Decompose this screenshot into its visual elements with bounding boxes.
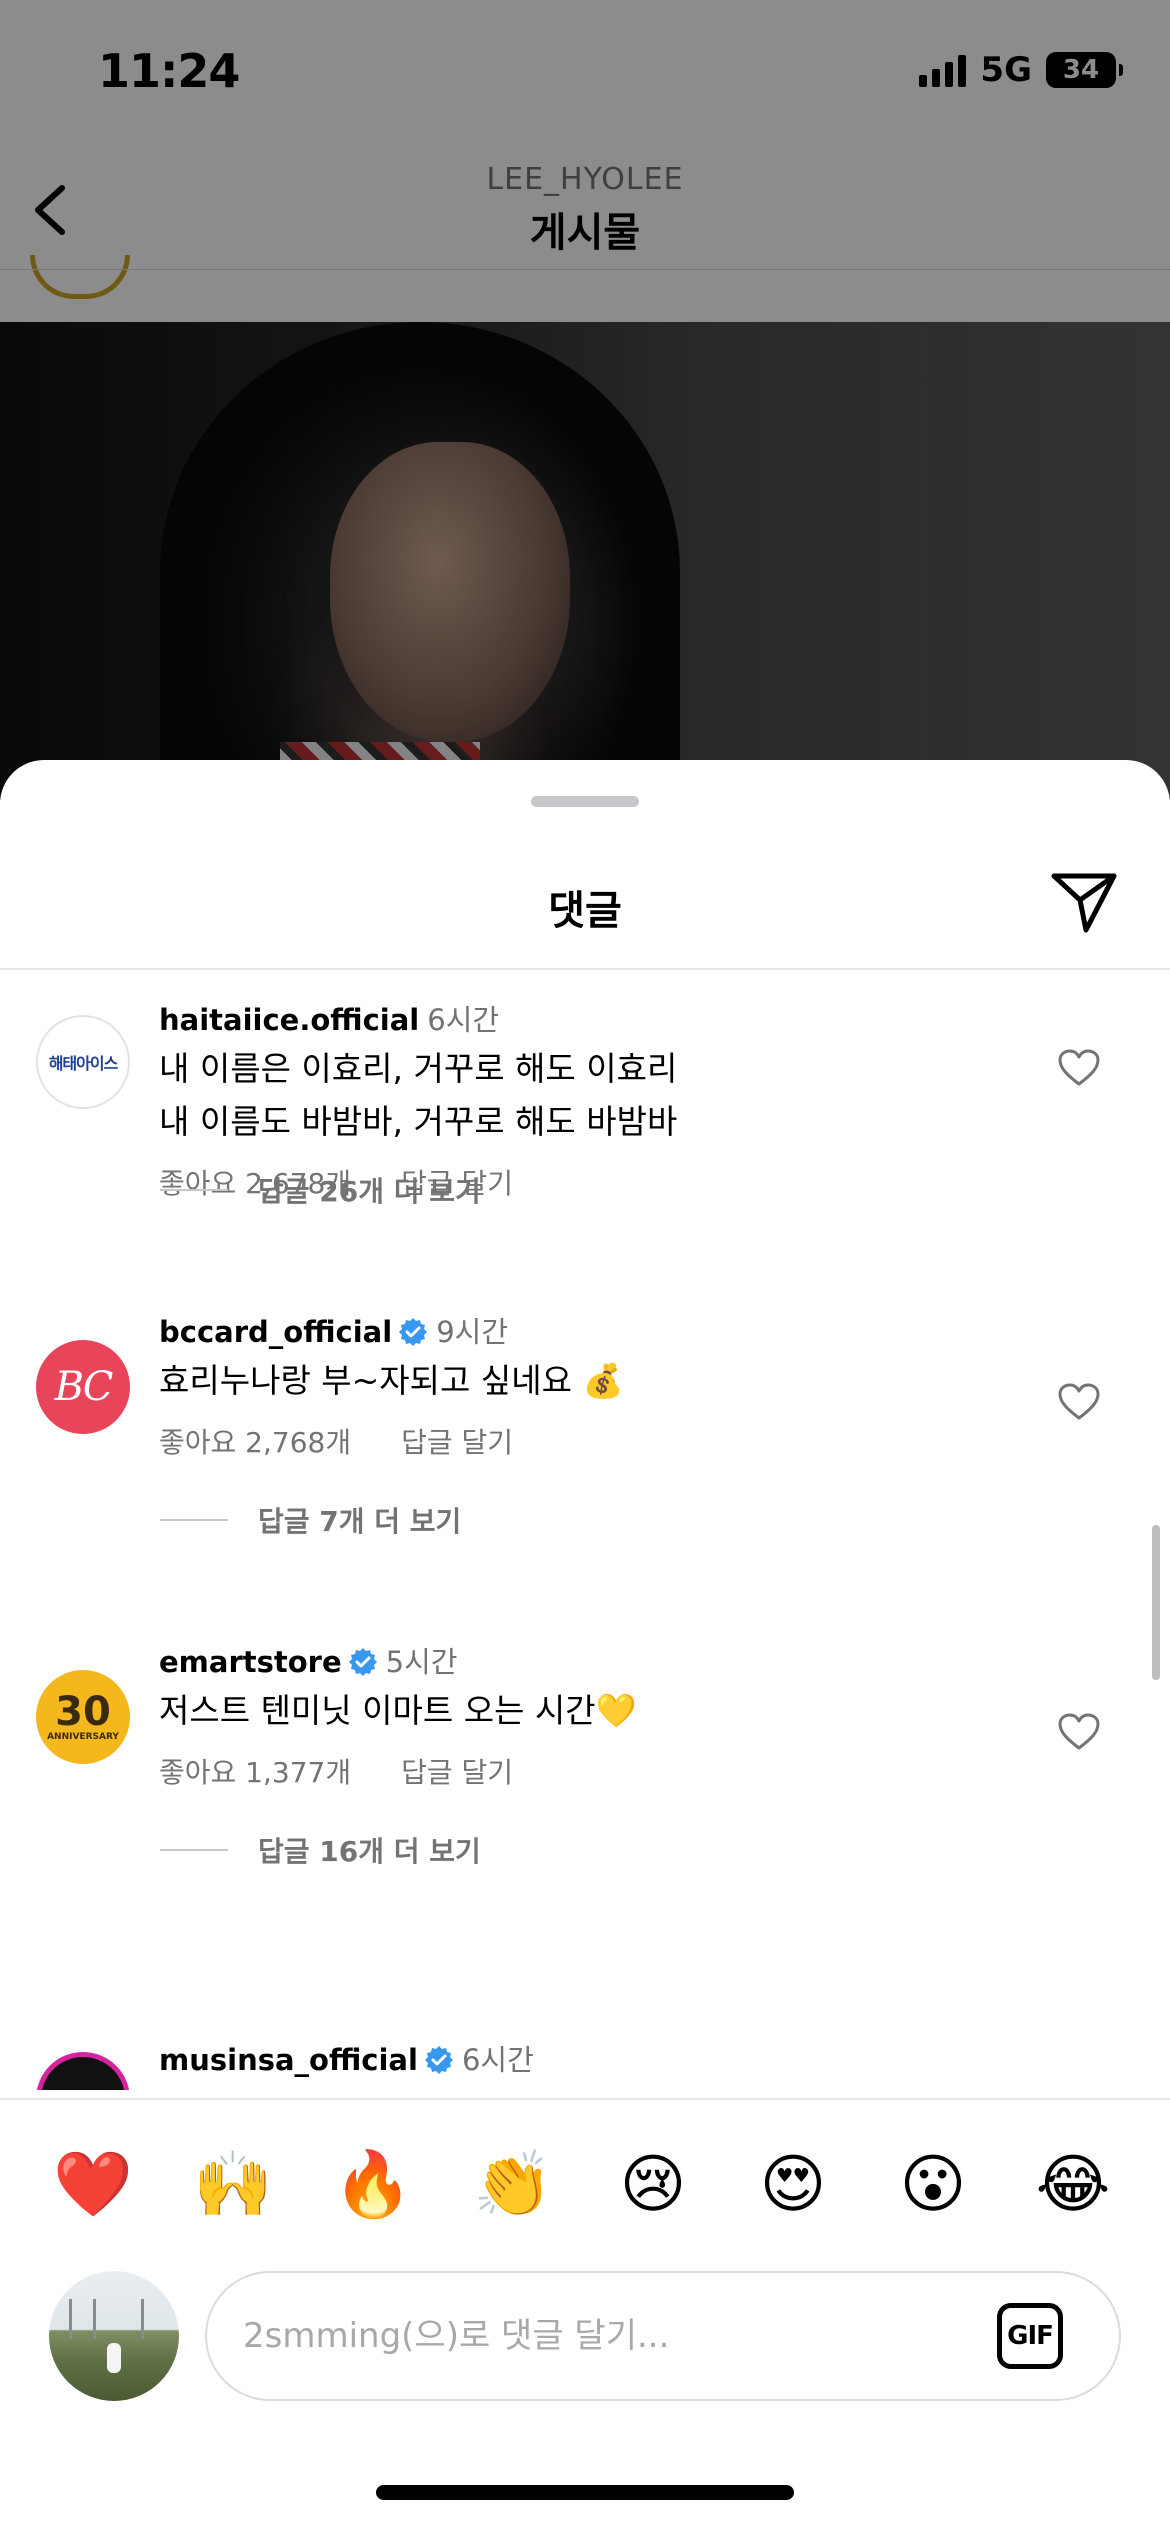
verified-badge-icon xyxy=(348,1648,377,1676)
crying-emoji-button[interactable]: 😢 xyxy=(608,2140,698,2230)
comment-time: 6시간 xyxy=(461,2043,534,2077)
comment-input[interactable]: 2smming(으)로 댓글 달기... GIF xyxy=(205,2271,1121,2401)
bottom-divider xyxy=(0,2098,1170,2100)
comment-text: 효리누나랑 부~자되고 싶네요 💰 xyxy=(159,1361,624,1400)
gif-button[interactable]: GIF xyxy=(997,2303,1063,2369)
reply-button[interactable]: 답글 달기 xyxy=(401,1421,513,1461)
comment-username[interactable]: bccard_official xyxy=(159,1315,392,1349)
heart-eyes-emoji-button[interactable]: 😍 xyxy=(748,2140,838,2230)
avatar[interactable]: 해태아이스 xyxy=(36,1015,130,1109)
sheet-title: 댓글 xyxy=(548,888,622,934)
heart-icon[interactable] xyxy=(1057,1048,1101,1088)
verified-badge-icon xyxy=(399,1318,428,1346)
avatar[interactable]: 30 ANNIVERSARY xyxy=(36,1670,130,1764)
sheet-drag-handle[interactable] xyxy=(531,796,639,807)
clapping-emoji-button[interactable]: 👏 xyxy=(468,2140,558,2230)
heart-icon[interactable] xyxy=(1057,1712,1101,1752)
reply-button[interactable]: 답글 달기 xyxy=(401,1751,513,1791)
comments-list[interactable]: 해태아이스 haitaiice.official 6시간 내 이름은 이효리, 거… xyxy=(0,970,1170,2090)
dim-overlay[interactable] xyxy=(0,0,1170,800)
home-indicator[interactable] xyxy=(376,2485,794,2500)
comments-sheet: 댓글 해태아이스 haitaiice.official 6시간 내 이름은 이효리… xyxy=(0,760,1170,2532)
laughing-emoji-button[interactable]: 😂 xyxy=(1028,2140,1118,2230)
comment-username[interactable]: haitaiice.official xyxy=(159,1003,419,1037)
raised-hands-emoji-button[interactable]: 🙌 xyxy=(188,2140,278,2230)
comment-input-placeholder: 2smming(으)로 댓글 달기... xyxy=(243,2316,670,2356)
scrollbar[interactable] xyxy=(1152,1525,1160,1680)
post-screen-background: 11:24 5G 34 LEE_HYOLEE 게시물 xyxy=(0,0,1170,800)
comment-text: 내 이름은 이효리, 거꾸로 해도 이효리 내 이름도 바밤바, 거꾸로 해도 … xyxy=(159,1049,678,1141)
comment-likes[interactable]: 좋아요 2,768개 xyxy=(159,1421,351,1461)
avatar[interactable] xyxy=(36,2052,130,2090)
fire-emoji-button[interactable]: 🔥 xyxy=(328,2140,418,2230)
heart-emoji-button[interactable]: ❤️ xyxy=(48,2140,138,2230)
current-user-avatar xyxy=(49,2271,179,2401)
comment-time: 6시간 xyxy=(427,1003,500,1037)
comment-username[interactable]: emartstore xyxy=(159,1645,342,1679)
comment-time: 5시간 xyxy=(385,1645,458,1679)
comment-text: 저스트 텐미닛 이마트 오는 시간💛 xyxy=(159,1691,637,1730)
heart-icon[interactable] xyxy=(1057,1382,1101,1422)
view-replies-button[interactable]: 답글 26개 더 보기 xyxy=(160,1170,481,1210)
share-send-icon[interactable] xyxy=(1050,870,1118,934)
comment-likes[interactable]: 좋아요 1,377개 xyxy=(159,1751,351,1791)
surprised-emoji-button[interactable]: 😮 xyxy=(888,2140,978,2230)
view-replies-button[interactable]: 답글 7개 더 보기 xyxy=(160,1500,461,1540)
view-replies-button[interactable]: 답글 16개 더 보기 xyxy=(160,1830,481,1870)
comment-time: 9시간 xyxy=(436,1315,508,1349)
avatar[interactable]: BC xyxy=(36,1340,130,1434)
emoji-reaction-row: ❤️ 🙌 🔥 👏 😢 😍 😮 😂 xyxy=(0,2140,1170,2230)
comment-username[interactable]: musinsa_official xyxy=(159,2043,418,2077)
verified-badge-icon xyxy=(424,2046,453,2074)
